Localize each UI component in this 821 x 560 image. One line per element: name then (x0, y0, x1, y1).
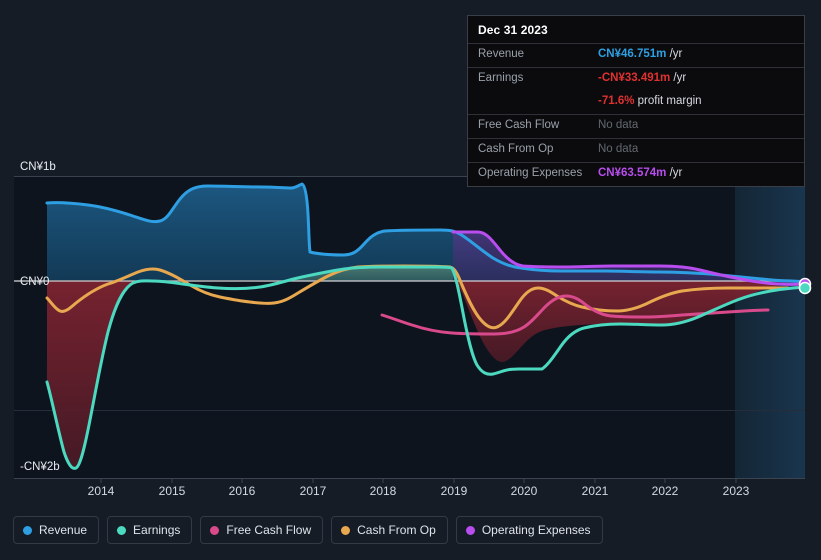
tooltip-unit-revenue: /yr (666, 48, 683, 60)
legend-dot-cash-from-op-icon (341, 525, 351, 535)
tooltip-value-cash-from-op: No data (598, 143, 639, 155)
x-axis-tick-2016: 2016 (229, 484, 256, 498)
x-axis-tick-2019: 2019 (441, 484, 468, 498)
x-axis-tick-2023: 2023 (723, 484, 750, 498)
tooltip-label-revenue: Revenue (478, 48, 525, 60)
tooltip-date: Dec 31 2023 (478, 23, 548, 37)
legend-item-operating-expenses[interactable]: Operating Expenses (455, 516, 603, 544)
tooltip-row-operating-expenses: Operating Expenses CN¥63.574m /yr (468, 162, 804, 186)
tooltip-label-earnings: Earnings (478, 72, 524, 84)
x-axis-tick-2021: 2021 (582, 484, 609, 498)
y-axis-label-1b: CN¥1b (20, 161, 56, 173)
y-axis-label-0: CN¥0 (20, 276, 49, 288)
legend-label-earnings: Earnings (133, 523, 181, 537)
x-axis-tick-2014: 2014 (88, 484, 115, 498)
tooltip-label-cash-from-op: Cash From Op (478, 143, 554, 155)
tooltip-value-free-cash-flow: No data (598, 119, 639, 131)
legend-dot-revenue-icon (23, 525, 32, 535)
tooltip-label-operating-expenses: Operating Expenses (478, 167, 583, 179)
tooltip-row-profit-margin: -71.6% profit margin (468, 91, 804, 114)
x-axis-tick-2022: 2022 (652, 484, 679, 498)
y-axis-label-minus2b: -CN¥2b (20, 461, 60, 473)
legend-dot-operating-expenses-icon (465, 525, 475, 535)
x-axis-tick-2018: 2018 (370, 484, 397, 498)
tooltip-value-operating-expenses: CN¥63.574m /yr (598, 167, 682, 179)
legend-item-revenue[interactable]: Revenue (13, 516, 100, 544)
tooltip-amount-profit-margin: -71.6% (598, 95, 635, 107)
tooltip-unit-earnings: /yr (670, 72, 687, 84)
tooltip-amount-revenue: CN¥46.751m (598, 48, 667, 60)
legend-label-free-cash-flow: Free Cash Flow (226, 523, 312, 537)
tooltip-amount-operating-expenses: CN¥63.574m (598, 167, 667, 179)
tooltip-value-profit-margin: -71.6% profit margin (598, 95, 702, 107)
legend-item-free-cash-flow[interactable]: Free Cash Flow (200, 516, 324, 544)
tooltip-label-free-cash-flow: Free Cash Flow (478, 119, 560, 131)
tooltip-unit-operating-expenses: /yr (666, 167, 683, 179)
legend-label-operating-expenses: Operating Expenses (481, 523, 591, 537)
tooltip-unit-profit-margin: profit margin (634, 95, 702, 107)
tooltip-value-earnings: -CN¥33.491m /yr (598, 72, 686, 84)
x-axis-tick-2015: 2015 (159, 484, 186, 498)
endpoint-earnings (798, 281, 812, 295)
legend-dot-earnings-icon (117, 525, 127, 535)
legend-dot-free-cash-flow-icon (210, 525, 220, 535)
legend-item-cash-from-op[interactable]: Cash From Op (331, 516, 448, 544)
legend-label-cash-from-op: Cash From Op (357, 523, 436, 537)
tooltip-row-earnings: Earnings -CN¥33.491m /yr (468, 67, 804, 91)
x-axis-tick-2020: 2020 (511, 484, 538, 498)
tooltip-value-revenue: CN¥46.751m /yr (598, 48, 682, 60)
tooltip-row-cash-from-op: Cash From Op No data (468, 138, 804, 162)
tooltip-amount-earnings: -CN¥33.491m (598, 72, 671, 84)
x-axis-tick-2017: 2017 (300, 484, 327, 498)
chart-legend: Revenue Earnings Free Cash Flow Cash Fro… (13, 516, 603, 544)
tooltip-row-revenue: Revenue CN¥46.751m /yr (468, 43, 804, 67)
data-tooltip: Dec 31 2023 Revenue CN¥46.751m /yr Earni… (467, 15, 805, 187)
legend-label-revenue: Revenue (39, 523, 88, 537)
hover-band (735, 176, 805, 478)
financial-area-chart: CN¥1b CN¥0 -CN¥2b 2014 2015 2016 2017 20… (0, 0, 821, 560)
tooltip-row-free-cash-flow: Free Cash Flow No data (468, 114, 804, 138)
legend-item-earnings[interactable]: Earnings (107, 516, 193, 544)
